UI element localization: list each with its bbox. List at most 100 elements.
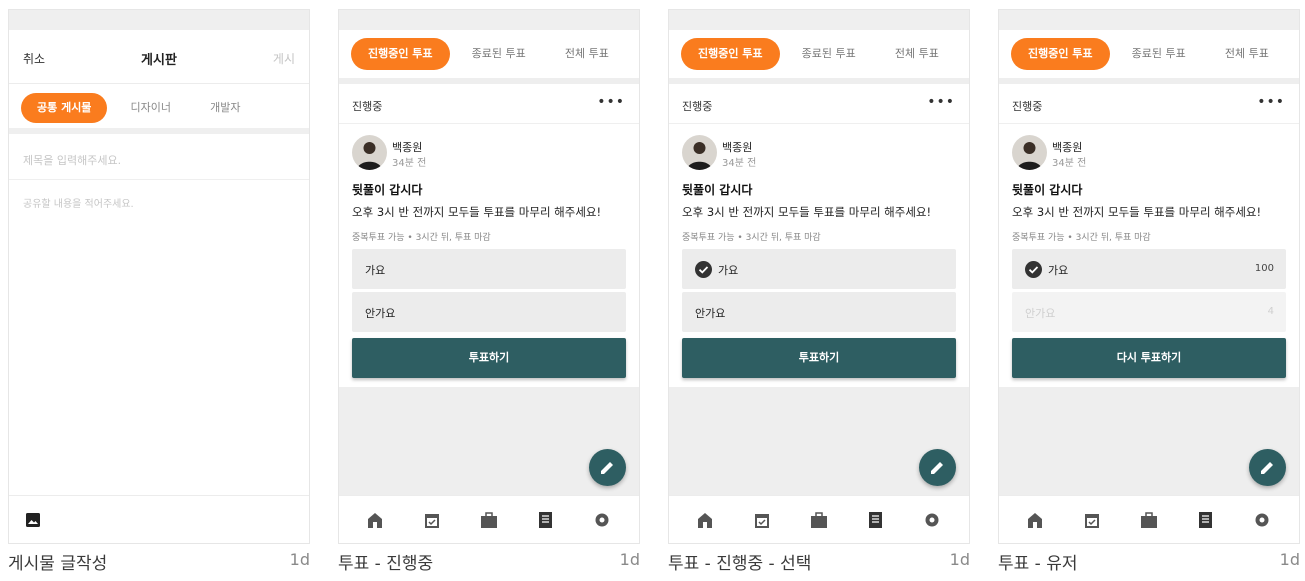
body-input[interactable]: 공유할 내용을 적어주세요. bbox=[9, 180, 309, 510]
category-tabs: 공통 게시물 디자이너 개발자 bbox=[9, 84, 309, 128]
tab-ended[interactable]: 종료된 투표 bbox=[785, 38, 873, 70]
vote-option: 안가요 4 bbox=[1012, 292, 1286, 332]
caption-title: 투표 - 진행중 - 선택 bbox=[668, 554, 812, 574]
option-label: 가요 bbox=[718, 264, 739, 277]
settings-icon[interactable] bbox=[923, 511, 941, 529]
write-button[interactable] bbox=[1249, 449, 1286, 486]
vote-option[interactable]: 안가요 bbox=[682, 292, 956, 332]
author-name: 백종원 bbox=[1052, 141, 1083, 154]
tab-all[interactable]: 전체 투표 bbox=[548, 38, 626, 70]
vote-option[interactable]: 가요 bbox=[352, 249, 626, 289]
option-label: 가요 bbox=[365, 264, 386, 277]
briefcase-icon[interactable] bbox=[810, 511, 828, 529]
document-icon[interactable] bbox=[866, 511, 884, 529]
settings-icon[interactable] bbox=[1253, 511, 1271, 529]
post-body: 오후 3시 반 전까지 모두들 투표를 마무리 해주세요! bbox=[1012, 205, 1262, 219]
title-input[interactable]: 제목을 입력해주세요. bbox=[9, 134, 309, 180]
frame-caption: 투표 - 진행중 - 선택 1d bbox=[668, 549, 970, 574]
status-bar bbox=[669, 10, 969, 30]
author: 백종원 34분 전 bbox=[682, 135, 882, 171]
tab-ongoing[interactable]: 진행중인 투표 bbox=[351, 38, 450, 70]
post-button[interactable]: 게시 bbox=[273, 50, 295, 67]
author: 백종원 34분 전 bbox=[1012, 135, 1212, 171]
vote-option[interactable]: 안가요 bbox=[352, 292, 626, 332]
author-name: 백종원 bbox=[392, 141, 423, 154]
card-header: 진행중 ••• bbox=[339, 84, 639, 124]
more-button[interactable]: ••• bbox=[927, 94, 955, 110]
calendar-icon[interactable] bbox=[753, 511, 771, 529]
post-title: 뒷풀이 갑시다 bbox=[352, 183, 423, 197]
write-button[interactable] bbox=[589, 449, 626, 486]
home-icon[interactable] bbox=[366, 511, 384, 529]
content-area: 진행중 ••• 백종원 34분 전 뒷풀이 갑시다 오후 3시 반 전까지 모두… bbox=[339, 78, 639, 495]
caption-title: 투표 - 진행중 bbox=[338, 554, 434, 574]
bottom-nav bbox=[999, 495, 1299, 543]
caption-age: 1d bbox=[619, 550, 640, 569]
vote-result-screen: 진행중인 투표 종료된 투표 전체 투표 진행중 ••• 백종원 34분 전 뒷… bbox=[998, 9, 1300, 544]
tab-designer[interactable]: 디자이너 bbox=[115, 93, 187, 123]
document-icon[interactable] bbox=[536, 511, 554, 529]
image-icon[interactable] bbox=[25, 512, 41, 528]
vote-card: 진행중 ••• 백종원 34분 전 뒷풀이 갑시다 오후 3시 반 전까지 모두… bbox=[339, 84, 639, 387]
caption-age: 1d bbox=[949, 550, 970, 569]
post-body: 오후 3시 반 전까지 모두들 투표를 마무리 해주세요! bbox=[682, 205, 932, 219]
briefcase-icon[interactable] bbox=[480, 511, 498, 529]
tab-common[interactable]: 공통 게시물 bbox=[21, 93, 108, 123]
compose-toolbar bbox=[9, 495, 309, 543]
settings-icon[interactable] bbox=[593, 511, 611, 529]
option-label: 가요 bbox=[1048, 264, 1069, 277]
pencil-icon bbox=[601, 462, 613, 474]
calendar-icon[interactable] bbox=[1083, 511, 1101, 529]
content-area: 진행중 ••• 백종원 34분 전 뒷풀이 갑시다 오후 3시 반 전까지 모두… bbox=[669, 78, 969, 495]
status-bar bbox=[9, 10, 309, 30]
avatar bbox=[1012, 135, 1047, 170]
content-area: 진행중 ••• 백종원 34분 전 뒷풀이 갑시다 오후 3시 반 전까지 모두… bbox=[999, 78, 1299, 495]
option-label: 안가요 bbox=[695, 307, 726, 320]
vote-card: 진행중 ••• 백종원 34분 전 뒷풀이 갑시다 오후 3시 반 전까지 모두… bbox=[669, 84, 969, 387]
caption-age: 1d bbox=[1279, 550, 1300, 569]
write-button[interactable] bbox=[919, 449, 956, 486]
bottom-nav bbox=[669, 495, 969, 543]
post-time: 34분 전 bbox=[722, 158, 757, 169]
more-button[interactable]: ••• bbox=[597, 94, 625, 110]
home-icon[interactable] bbox=[1026, 511, 1044, 529]
tab-ongoing[interactable]: 진행중인 투표 bbox=[1011, 38, 1110, 70]
check-circle-icon bbox=[695, 261, 712, 278]
post-time: 34분 전 bbox=[1052, 158, 1087, 169]
more-button[interactable]: ••• bbox=[1257, 94, 1285, 110]
compose-header: 취소 게시판 게시 bbox=[9, 30, 309, 84]
vote-meta: 중복투표 가능 • 3시간 뒤, 투표 마감 bbox=[682, 233, 821, 243]
post-time: 34분 전 bbox=[392, 158, 427, 169]
status-bar bbox=[999, 10, 1299, 30]
card-header: 진행중 ••• bbox=[999, 84, 1299, 124]
vote-card: 진행중 ••• 백종원 34분 전 뒷풀이 갑시다 오후 3시 반 전까지 모두… bbox=[999, 84, 1299, 387]
status-label: 진행중 bbox=[682, 100, 713, 113]
vote-button[interactable]: 투표하기 bbox=[682, 338, 956, 378]
tab-developer[interactable]: 개발자 bbox=[194, 93, 256, 123]
caption-age: 1d bbox=[289, 550, 310, 569]
briefcase-icon[interactable] bbox=[1140, 511, 1158, 529]
frame-caption: 투표 - 유저 1d bbox=[998, 549, 1300, 574]
avatar bbox=[352, 135, 387, 170]
vote-option: 가요 100 bbox=[1012, 249, 1286, 289]
tab-ongoing[interactable]: 진행중인 투표 bbox=[681, 38, 780, 70]
caption-title: 게시물 글작성 bbox=[8, 554, 108, 574]
tab-all[interactable]: 전체 투표 bbox=[878, 38, 956, 70]
vote-selected-screen: 진행중인 투표 종료된 투표 전체 투표 진행중 ••• 백종원 34분 전 뒷… bbox=[668, 9, 970, 544]
caption-title: 투표 - 유저 bbox=[998, 554, 1078, 574]
document-icon[interactable] bbox=[1196, 511, 1214, 529]
home-icon[interactable] bbox=[696, 511, 714, 529]
vote-option[interactable]: 가요 bbox=[682, 249, 956, 289]
revote-button[interactable]: 다시 투표하기 bbox=[1012, 338, 1286, 378]
vote-button[interactable]: 투표하기 bbox=[352, 338, 626, 378]
tab-ended[interactable]: 종료된 투표 bbox=[455, 38, 543, 70]
status-label: 진행중 bbox=[1012, 100, 1043, 113]
vote-screen: 진행중인 투표 종료된 투표 전체 투표 진행중 ••• 백종원 34분 전 뒷… bbox=[338, 9, 640, 544]
vote-count: 100 bbox=[1254, 263, 1274, 274]
tab-all[interactable]: 전체 투표 bbox=[1208, 38, 1286, 70]
status-bar bbox=[339, 10, 639, 30]
option-label: 안가요 bbox=[365, 307, 396, 320]
calendar-icon[interactable] bbox=[423, 511, 441, 529]
tab-ended[interactable]: 종료된 투표 bbox=[1115, 38, 1203, 70]
author-name: 백종원 bbox=[722, 141, 753, 154]
